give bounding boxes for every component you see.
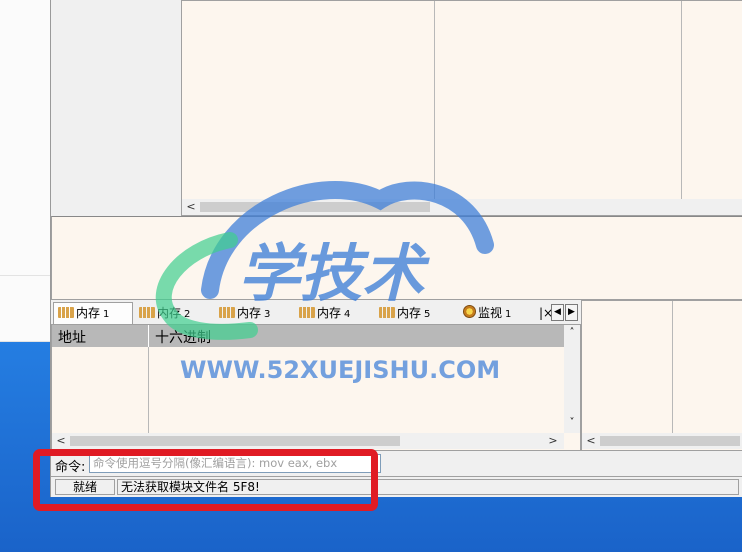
tab-label: 内存 [397, 306, 422, 320]
divider [0, 341, 50, 342]
stack-pane[interactable]: < [581, 300, 742, 451]
tab-label: 内存 [157, 306, 182, 320]
scroll-left-icon[interactable]: < [54, 433, 68, 449]
memory-column-header: 地址 十六进制 [52, 325, 580, 347]
tab-watch-1[interactable]: 监视 1 [459, 303, 531, 324]
tab-label: 监视 [478, 306, 503, 320]
tab-number: 2 [184, 309, 191, 320]
memory-icon [219, 307, 235, 318]
memory-icon [299, 307, 315, 318]
tab-number: 3 [264, 309, 271, 320]
vertical-scrollbar[interactable]: ˄ ˅ [564, 325, 580, 433]
tab-number: 1 [103, 309, 110, 320]
memory-tab-strip: 内存 1 内存 2 内存 3 内存 4 内存 5 监视 1 |× ◀ ▶ [51, 302, 581, 326]
highlight-box [33, 449, 378, 511]
column-divider [434, 1, 435, 199]
scroll-up-icon[interactable]: ˄ [564, 327, 580, 338]
background-window [0, 0, 51, 342]
tab-overflow[interactable]: |× [539, 303, 551, 324]
divider [0, 275, 50, 276]
tab-label: 内存 [317, 306, 342, 320]
debugger-window: < 内存 1 内存 2 内存 3 内存 4 内存 5 监视 1 |× ◀ ▶ 地址 十六进制… [50, 0, 742, 497]
scroll-right-icon[interactable]: > [546, 433, 560, 449]
column-divider [148, 347, 149, 433]
horizontal-scrollbar[interactable]: < [582, 433, 742, 449]
tab-memory-3[interactable]: 内存 3 [215, 303, 293, 324]
tab-memory-1[interactable]: 内存 1 [53, 302, 133, 326]
column-hex[interactable]: 十六进制 [155, 327, 211, 347]
memory-dump-pane[interactable]: 地址 十六进制 ˄ ˅ < > [51, 324, 581, 451]
scrollbar-thumb[interactable] [600, 436, 740, 446]
column-address[interactable]: 地址 [58, 327, 86, 347]
tab-label: 内存 [76, 306, 101, 320]
scroll-left-icon[interactable]: < [184, 199, 198, 215]
scroll-down-icon[interactable]: ˅ [564, 417, 580, 428]
tab-scroll-left-icon[interactable]: ◀ [551, 304, 564, 321]
watch-icon [463, 305, 476, 318]
column-divider [148, 325, 149, 347]
tab-scroll-right-icon[interactable]: ▶ [565, 304, 578, 321]
memory-icon [58, 307, 74, 318]
tab-memory-4[interactable]: 内存 4 [295, 303, 373, 324]
tab-number: 1 [505, 309, 512, 320]
memory-icon [379, 307, 395, 318]
tab-number: 4 [344, 309, 351, 320]
horizontal-scrollbar[interactable]: < > [52, 433, 564, 449]
horizontal-scrollbar[interactable]: < [182, 199, 742, 215]
disassembly-pane[interactable]: < [181, 0, 742, 216]
column-divider [681, 1, 682, 199]
tab-memory-5[interactable]: 内存 5 [375, 303, 453, 324]
column-divider [672, 301, 673, 433]
tab-label: |× [539, 306, 551, 320]
tab-number: 5 [424, 309, 431, 320]
scrollbar-thumb[interactable] [200, 202, 430, 212]
info-pane [51, 216, 742, 300]
tab-label: 内存 [237, 306, 262, 320]
scroll-left-icon[interactable]: < [584, 433, 598, 449]
scrollbar-thumb[interactable] [70, 436, 400, 446]
tab-memory-2[interactable]: 内存 2 [135, 303, 213, 324]
memory-icon [139, 307, 155, 318]
